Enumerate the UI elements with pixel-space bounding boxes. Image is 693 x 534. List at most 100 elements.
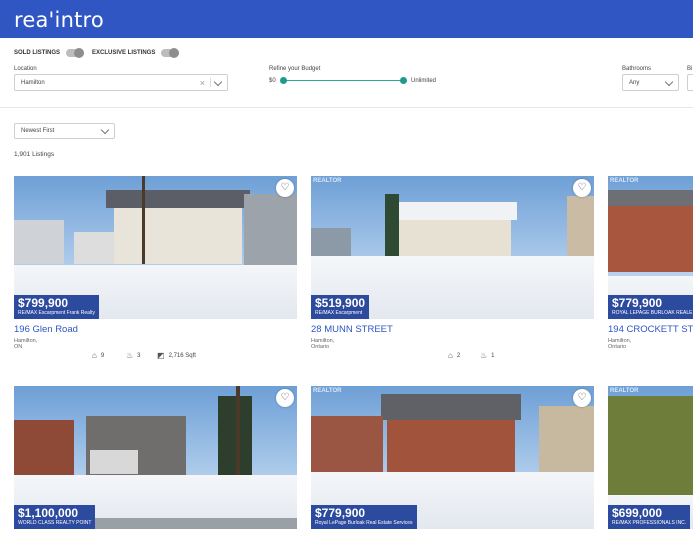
photo-garage (74, 232, 114, 264)
photo-left-house (311, 416, 383, 476)
listing-brokerage: WORLD CLASS REALTY POINT (18, 520, 92, 526)
location-label: Location (14, 66, 37, 72)
listing-photo[interactable]: REALTOR $699,000 RE/MAX PROFESSIONALS IN… (608, 386, 693, 529)
price-tag: $779,900 Royal LePage Burloak Real Estat… (311, 505, 417, 529)
photo-garage (90, 450, 138, 474)
area-icon: ◩ (157, 351, 165, 360)
top-bar: rea'intro (0, 0, 693, 38)
budget-slider-min-handle[interactable] (280, 77, 287, 84)
price-tag: $519,900 RE/MAX Escarpment (311, 295, 370, 319)
bathrooms-select[interactable]: Any (622, 74, 679, 91)
chevron-down-icon[interactable] (100, 125, 110, 135)
heart-icon[interactable]: ♡ (276, 389, 294, 407)
listing-city: Hamilton, Ontario (311, 338, 335, 350)
listing-brokerage: Royal LePage Burloak Real Estate Service… (315, 520, 413, 526)
heart-icon[interactable]: ♡ (573, 389, 591, 407)
bed-icon: ⌂ (448, 351, 453, 360)
price-tag: $1,100,000 WORLD CLASS REALTY POINT (14, 505, 96, 529)
price-tag: $779,900 ROYAL LEPAGE BURLOAK REALE (608, 295, 693, 319)
listing-baths: ♨ 3 (126, 351, 141, 360)
listing-price: $1,100,000 (18, 506, 79, 520)
photo-roof (389, 202, 517, 220)
listing-city: Hamilton, ON (14, 338, 38, 350)
sold-listings-toggle[interactable] (66, 48, 85, 58)
photo-trees (608, 396, 693, 496)
exclusive-listings-toggle-row[interactable]: EXCLUSIVE LISTINGS (92, 48, 180, 58)
realtor-watermark: REALTOR (313, 178, 342, 184)
listing-brokerage: RE/MAX Escarpment (315, 310, 363, 316)
filters-bar: SOLD LISTINGS EXCLUSIVE LISTINGS Locatio… (0, 38, 693, 108)
bathrooms-label: Bathrooms (622, 66, 652, 72)
listing-photo[interactable]: REALTOR $779,900 ROYAL LEPAGE BURLOAK RE… (608, 176, 693, 319)
listing-price: $779,900 (612, 296, 663, 310)
sqft-value: 2,716 Sqft (168, 352, 196, 359)
next-filter-select[interactable] (687, 74, 693, 91)
chevron-down-icon[interactable] (213, 77, 223, 87)
realtor-watermark: REALTOR (610, 178, 639, 184)
bathrooms-value: Any (629, 79, 640, 86)
budget-slider-max-handle[interactable] (400, 77, 407, 84)
listing-brokerage: RE/MAX PROFESSIONALS INC. (612, 520, 687, 526)
photo-roof (381, 394, 521, 420)
sold-listings-label: SOLD LISTINGS (14, 50, 61, 56)
baths-value: 1 (491, 352, 495, 359)
close-icon[interactable]: × (200, 78, 205, 88)
listing-address[interactable]: 28 MUNN STREET (311, 324, 393, 335)
location-select[interactable]: Hamilton × (14, 74, 228, 91)
photo-house (608, 196, 693, 272)
listing-photo[interactable]: REALTOR ♡ $519,900 RE/MAX Escarpment (311, 176, 594, 319)
sold-listings-toggle-row[interactable]: SOLD LISTINGS (14, 48, 85, 58)
photo-house (387, 416, 515, 480)
photo-left-house (14, 420, 74, 476)
photo-tree (142, 176, 145, 264)
price-tag: $799,900 RE/MAX Escarpment Frank Realty (14, 295, 99, 319)
location-value: Hamilton (21, 79, 45, 86)
listing-city: Hamilton, Ontario (608, 338, 632, 350)
chevron-down-icon[interactable] (664, 77, 674, 87)
listing-address[interactable]: 194 CROCKETT STR (608, 324, 693, 335)
listing-beds: ⌂ 2 (448, 351, 460, 360)
app-logo[interactable]: rea'intro (14, 8, 104, 32)
divider (210, 78, 211, 87)
heart-icon[interactable]: ♡ (276, 179, 294, 197)
photo-left-house (14, 220, 64, 264)
beds-value: 2 (456, 352, 461, 359)
listing-photo[interactable]: ♡ $799,900 RE/MAX Escarpment Frank Realt… (14, 176, 297, 319)
listing-address[interactable]: 196 Glen Road (14, 324, 78, 335)
budget-slider-track[interactable] (283, 80, 405, 81)
exclusive-listings-toggle[interactable] (161, 48, 180, 58)
photo-roof (106, 190, 250, 208)
listing-brokerage: RE/MAX Escarpment Frank Realty (18, 310, 95, 316)
budget-min-value: $0 (269, 78, 276, 84)
photo-neighbor-house (539, 406, 594, 476)
photo-roof (608, 190, 693, 206)
listing-count: 1,901 Listings (14, 151, 55, 158)
listing-price: $799,900 (18, 296, 69, 310)
photo-evergreen (218, 396, 252, 476)
listing-price: $699,000 (612, 506, 663, 520)
budget-label: Refine your Budget (269, 66, 321, 72)
heart-icon[interactable]: ♡ (573, 179, 591, 197)
baths-value: 3 (137, 352, 141, 359)
listing-brokerage: ROYAL LEPAGE BURLOAK REALE (612, 310, 693, 316)
photo-pole (236, 386, 240, 478)
photo-neighbor-house (244, 194, 297, 266)
bath-icon: ♨ (126, 351, 134, 360)
bath-icon: ♨ (480, 351, 488, 360)
bed-icon: ⌂ (92, 351, 97, 360)
next-filter-label: Bi (687, 66, 693, 72)
photo-house (395, 216, 511, 260)
sort-value: Newest First (21, 128, 55, 134)
listing-baths: ♨ 1 (480, 351, 495, 360)
listing-price: $779,900 (315, 506, 366, 520)
realtor-watermark: REALTOR (610, 388, 639, 394)
sort-select[interactable]: Newest First (14, 123, 115, 139)
price-tag: $699,000 RE/MAX PROFESSIONALS INC. (608, 505, 691, 529)
listing-photo[interactable]: ♡ $1,100,000 WORLD CLASS REALTY POINT (14, 386, 297, 529)
listing-photo[interactable]: REALTOR ♡ $779,900 Royal LePage Burloak … (311, 386, 594, 529)
beds-value: 9 (100, 352, 105, 359)
listing-price: $519,900 (315, 296, 366, 310)
budget-max-value: Unlimited (411, 78, 437, 84)
photo-house (114, 204, 242, 264)
exclusive-listings-label: EXCLUSIVE LISTINGS (92, 50, 156, 56)
